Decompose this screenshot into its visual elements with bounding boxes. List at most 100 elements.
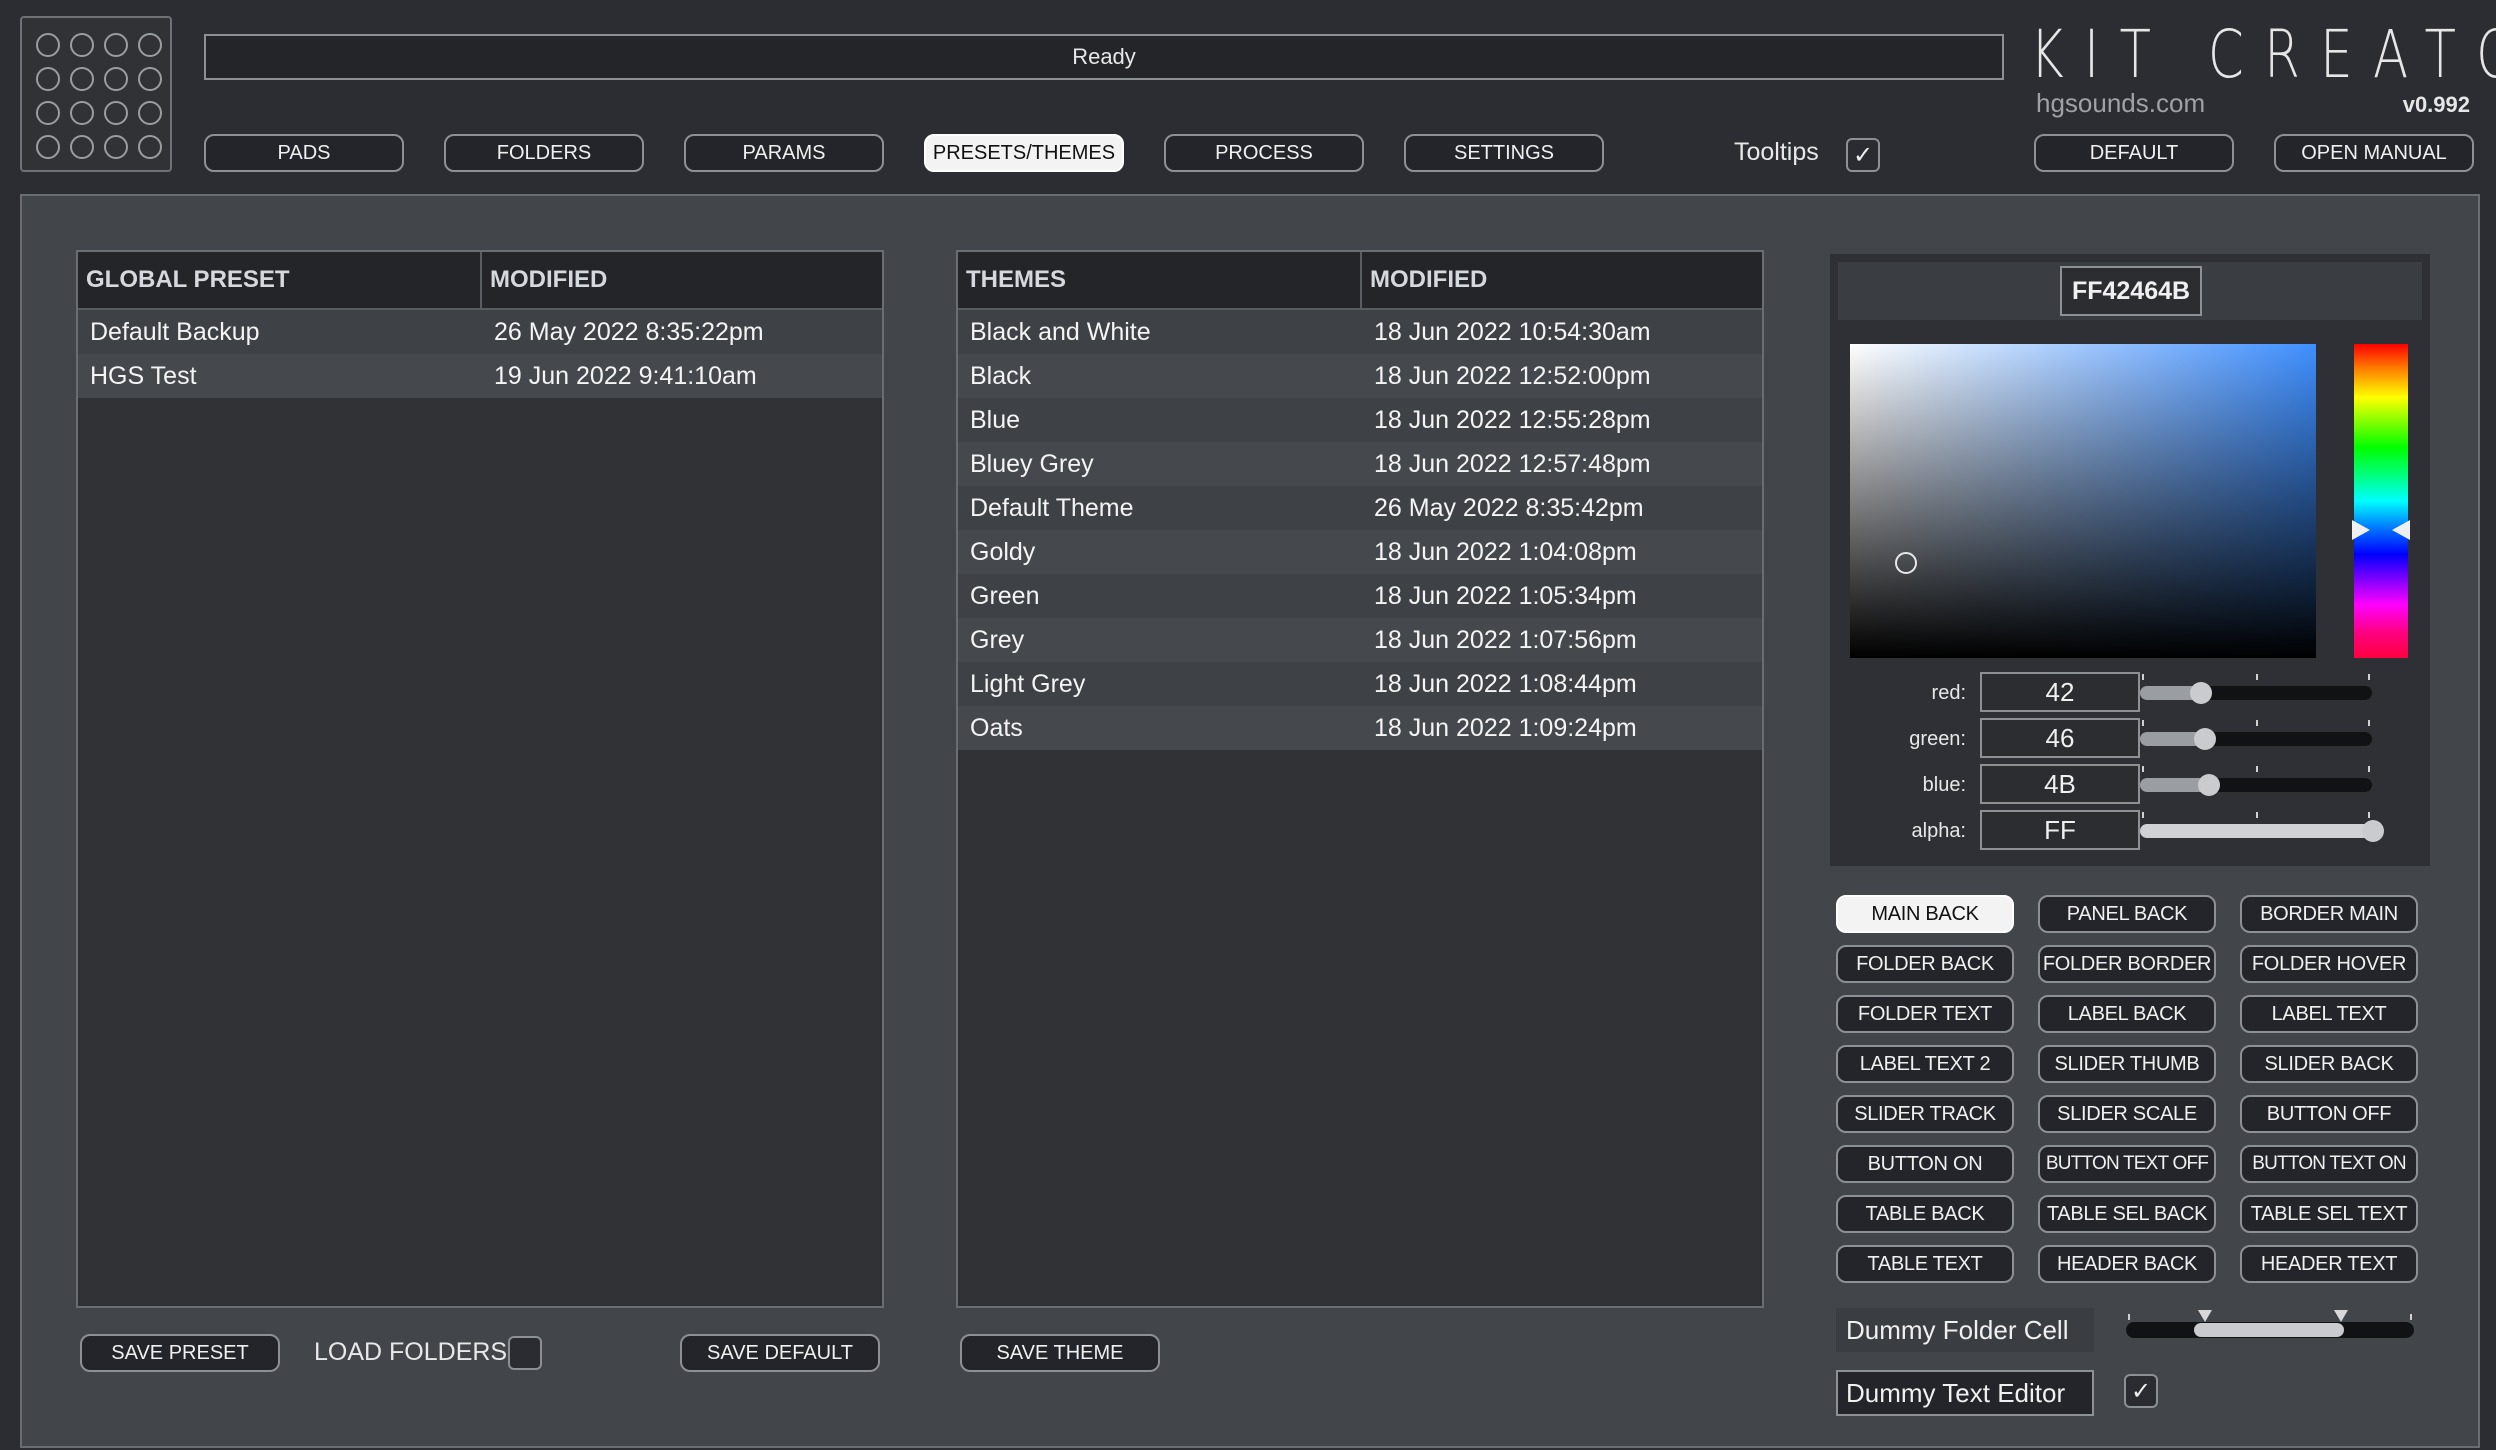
preset-modified-header[interactable]: MODIFIED [482,252,882,308]
tab-presets-themes[interactable]: PRESETS/THEMES [924,134,1124,172]
red-slider[interactable] [2140,674,2372,704]
theme-modified-cell: 18 Jun 2022 10:54:30am [1374,317,1651,346]
hue-slider[interactable] [2352,344,2410,658]
hex-field[interactable]: FF42464B [2060,266,2202,316]
tab-params[interactable]: PARAMS [684,134,884,172]
preset-modified-cell: 19 Jun 2022 9:41:10am [494,361,757,390]
alpha-slider[interactable] [2140,812,2384,842]
red-slider-thumb[interactable] [2190,682,2212,704]
table-row[interactable]: Bluey Grey 18 Jun 2022 12:57:48pm [958,442,1762,486]
table-row[interactable]: Default Backup 26 May 2022 8:35:22pm [78,310,882,354]
color-target-label: SLIDER THUMB [2054,1052,2200,1075]
presets-table-body: Default Backup 26 May 2022 8:35:22pm HGS … [78,310,882,398]
color-target-folder-back[interactable]: FOLDER BACK [1836,945,2014,983]
table-row[interactable]: HGS Test 19 Jun 2022 9:41:10am [78,354,882,398]
color-target-folder-hover[interactable]: FOLDER HOVER [2240,945,2418,983]
color-target-table-sel-text[interactable]: TABLE SEL TEXT [2240,1195,2418,1233]
table-row[interactable]: Light Grey 18 Jun 2022 1:08:44pm [958,662,1762,706]
dummy-folder-cell[interactable]: Dummy Folder Cell [1836,1308,2094,1352]
table-row[interactable]: Black 18 Jun 2022 12:52:00pm [958,354,1762,398]
color-target-main-back[interactable]: MAIN BACK [1836,895,2014,933]
range-start-arrow-icon[interactable] [2198,1310,2212,1322]
green-slider-thumb[interactable] [2194,728,2216,750]
red-field[interactable]: 42 [1980,672,2140,712]
blue-slider-thumb[interactable] [2198,774,2220,796]
tab-pads[interactable]: PADS [204,134,404,172]
color-target-border-main[interactable]: BORDER MAIN [2240,895,2418,933]
preset-name-header[interactable]: GLOBAL PRESET [78,252,482,308]
tooltips-label: Tooltips [1734,138,1819,166]
color-target-label: TABLE SEL BACK [2046,1202,2208,1225]
theme-modified-cell: 18 Jun 2022 1:08:44pm [1374,669,1637,698]
open-manual-button[interactable]: OPEN MANUAL [2274,134,2474,172]
dummy-checkbox[interactable]: ✓ [2124,1374,2158,1408]
table-row[interactable]: Blue 18 Jun 2022 12:55:28pm [958,398,1762,442]
dummy-range-slider[interactable] [2126,1310,2414,1338]
dummy-text-editor[interactable]: Dummy Text Editor [1836,1370,2094,1416]
table-row[interactable]: Black and White 18 Jun 2022 10:54:30am [958,310,1762,354]
color-target-button-text-off[interactable]: BUTTON TEXT OFF [2038,1145,2216,1183]
range-end-arrow-icon[interactable] [2334,1310,2348,1322]
color-target-label-back[interactable]: LABEL BACK [2038,995,2216,1033]
color-target-label-text-2[interactable]: LABEL TEXT 2 [1836,1045,2014,1083]
color-target-button-off[interactable]: BUTTON OFF [2240,1095,2418,1133]
color-target-label-text[interactable]: LABEL TEXT [2240,995,2418,1033]
theme-modified-cell: 18 Jun 2022 12:52:00pm [1374,361,1651,390]
green-value: 46 [2045,722,2075,753]
save-default-label: SAVE DEFAULT [707,1341,853,1364]
scale-tick [2256,674,2258,680]
table-row[interactable]: Oats 18 Jun 2022 1:09:24pm [958,706,1762,750]
table-row[interactable]: Green 18 Jun 2022 1:05:34pm [958,574,1762,618]
color-target-table-back[interactable]: TABLE BACK [1836,1195,2014,1233]
theme-modified-header[interactable]: MODIFIED [1362,252,1762,308]
color-target-table-sel-back[interactable]: TABLE SEL BACK [2038,1195,2216,1233]
tab-settings[interactable]: SETTINGS [1404,134,1604,172]
save-preset-button[interactable]: SAVE PRESET [80,1334,280,1372]
alpha-label: alpha: [1911,820,1967,842]
color-target-slider-scale[interactable]: SLIDER SCALE [2038,1095,2216,1133]
color-target-label: TABLE SEL TEXT [2250,1202,2408,1225]
table-row[interactable]: Goldy 18 Jun 2022 1:04:08pm [958,530,1762,574]
save-theme-button[interactable]: SAVE THEME [960,1334,1160,1372]
table-row[interactable]: Default Theme 26 May 2022 8:35:42pm [958,486,1762,530]
load-folders-checkbox[interactable] [508,1336,542,1370]
tooltips-checkbox[interactable]: ✓ [1846,138,1880,172]
green-field[interactable]: 46 [1980,718,2140,758]
color-target-slider-thumb[interactable]: SLIDER THUMB [2038,1045,2216,1083]
color-target-label: MAIN BACK [1871,902,1979,925]
color-picker-handle[interactable] [1895,552,1917,574]
color-target-label: FOLDER TEXT [1857,1002,1993,1025]
scale-tick [2410,1314,2412,1320]
color-target-label: TABLE TEXT [1867,1252,1983,1275]
theme-modified-cell: 26 May 2022 8:35:42pm [1374,493,1644,522]
color-target-header-back[interactable]: HEADER BACK [2038,1245,2216,1283]
scale-tick [2142,812,2144,818]
color-target-folder-text[interactable]: FOLDER TEXT [1836,995,2014,1033]
alpha-slider-thumb[interactable] [2362,820,2384,842]
blue-slider[interactable] [2140,766,2372,796]
saturation-value-area[interactable] [1850,344,2316,658]
default-button[interactable]: DEFAULT [2034,134,2234,172]
color-target-header-text[interactable]: HEADER TEXT [2240,1245,2418,1283]
color-target-slider-track[interactable]: SLIDER TRACK [1836,1095,2014,1133]
color-target-table-text[interactable]: TABLE TEXT [1836,1245,2014,1283]
save-default-button[interactable]: SAVE DEFAULT [680,1334,880,1372]
color-target-slider-back[interactable]: SLIDER BACK [2240,1045,2418,1083]
tab-process[interactable]: PROCESS [1164,134,1364,172]
color-target-folder-border[interactable]: FOLDER BORDER [2038,945,2216,983]
color-target-label: SLIDER TRACK [1854,1102,1996,1125]
color-target-button-on[interactable]: BUTTON ON [1836,1145,2014,1183]
table-row[interactable]: Grey 18 Jun 2022 1:07:56pm [958,618,1762,662]
blue-field[interactable]: 4B [1980,764,2140,804]
alpha-field[interactable]: FF [1980,810,2140,850]
color-target-button-text-on[interactable]: BUTTON TEXT ON [2240,1145,2418,1183]
scale-tick [2368,766,2370,772]
theme-name-header[interactable]: THEMES [958,252,1362,308]
theme-name-cell: Grey [970,625,1025,654]
color-target-label: HEADER TEXT [2260,1252,2398,1275]
tab-folders[interactable]: FOLDERS [444,134,644,172]
color-target-panel-back[interactable]: PANEL BACK [2038,895,2216,933]
status-bar: Ready [204,34,2004,80]
green-slider[interactable] [2140,720,2372,750]
preset-name-cell: HGS Test [90,361,197,390]
